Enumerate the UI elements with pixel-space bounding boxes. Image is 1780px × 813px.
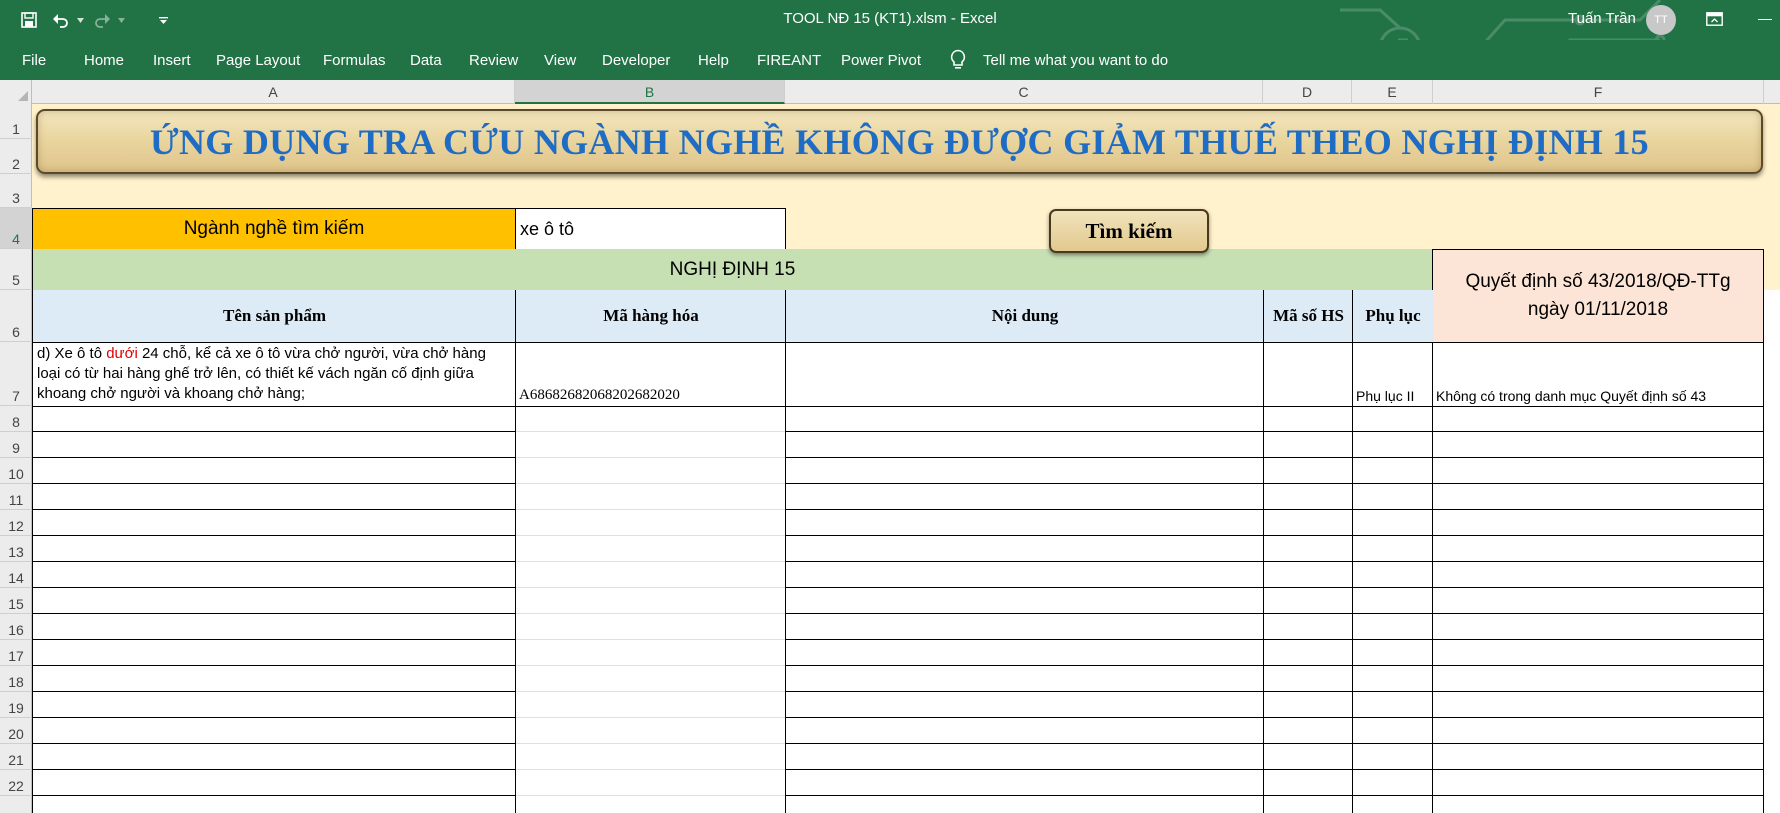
tab-home[interactable]: Home: [84, 52, 124, 69]
row-header[interactable]: 21: [0, 744, 32, 770]
select-all-triangle-icon: [18, 91, 28, 101]
product-text-highlight: dưới: [106, 345, 138, 362]
tab-view[interactable]: View: [544, 52, 576, 69]
section-header: NGHỊ ĐỊNH 15: [32, 249, 1432, 291]
table-grid: [32, 406, 1764, 813]
column-header-f[interactable]: F: [1433, 80, 1764, 104]
decision-header: Quyết định số 43/2018/QĐ-TTg ngày 01/11/…: [1432, 249, 1764, 343]
page-title: ỨNG DỤNG TRA CỨU NGÀNH NGHỀ KHÔNG ĐƯỢC G…: [150, 121, 1649, 162]
row-header[interactable]: 5: [0, 249, 32, 290]
title-bar: TOOL NĐ 15 (KT1).xlsm - Excel Tuấn Trần …: [0, 0, 1780, 72]
row-header[interactable]: 17: [0, 640, 32, 666]
result-decision-note[interactable]: Không có trong danh mục Quyết định số 43: [1432, 342, 1764, 407]
row-header[interactable]: 18: [0, 666, 32, 692]
product-text-prefix: d) Xe ô tô: [37, 345, 107, 362]
row-header[interactable]: 11: [0, 484, 32, 510]
row-header[interactable]: 6: [0, 290, 32, 342]
result-content[interactable]: [785, 342, 1264, 407]
user-name[interactable]: Tuấn Trần: [1568, 10, 1636, 27]
header-product-name: Tên sản phẩm: [32, 290, 516, 343]
header-goods-code: Mã hàng hóa: [515, 290, 786, 343]
column-headers: A B C D E F: [0, 80, 1780, 104]
row-header[interactable]: 13: [0, 536, 32, 562]
row-header[interactable]: 12: [0, 510, 32, 536]
search-button[interactable]: Tìm kiếm: [1049, 209, 1209, 253]
result-appendix[interactable]: Phụ lục II: [1352, 342, 1433, 407]
tell-me-search[interactable]: Tell me what you want to do: [983, 52, 1168, 69]
tab-data[interactable]: Data: [410, 52, 442, 69]
column-header-c[interactable]: C: [785, 80, 1263, 104]
result-hs-code[interactable]: [1263, 342, 1353, 407]
tab-page-layout[interactable]: Page Layout: [216, 52, 300, 69]
header-appendix: Phụ lục: [1352, 290, 1433, 343]
select-all-button[interactable]: [0, 80, 32, 104]
tab-power-pivot[interactable]: Power Pivot: [841, 52, 921, 69]
row-header[interactable]: 7: [0, 342, 32, 406]
ribbon-display-options-icon[interactable]: [1706, 12, 1723, 31]
row-header[interactable]: 20: [0, 718, 32, 744]
row-header[interactable]: 14: [0, 562, 32, 588]
lightbulb-icon[interactable]: [949, 49, 967, 76]
row-header[interactable]: 2: [0, 139, 32, 174]
row-header[interactable]: 1: [0, 104, 32, 139]
row-header[interactable]: 19: [0, 692, 32, 718]
tab-review[interactable]: Review: [469, 52, 518, 69]
result-product-name[interactable]: d) Xe ô tô dưới 24 chỗ, kể cả xe ô tô vừ…: [32, 342, 516, 407]
user-avatar[interactable]: TT: [1646, 5, 1676, 35]
row-header[interactable]: 3: [0, 174, 32, 208]
tab-help[interactable]: Help: [698, 52, 729, 69]
row-header[interactable]: 8: [0, 406, 32, 432]
ribbon-tabs: File Home Insert Page Layout Formulas Da…: [0, 40, 1780, 80]
tab-insert[interactable]: Insert: [153, 52, 191, 69]
column-header-a[interactable]: A: [32, 80, 515, 104]
row-headers: 1 2 3 4 5 6 7 8 9 10 11 12 13 14 15 16 1…: [0, 104, 32, 813]
row-header[interactable]: 16: [0, 614, 32, 640]
tab-formulas[interactable]: Formulas: [323, 52, 386, 69]
column-header-e[interactable]: E: [1352, 80, 1433, 104]
row-header[interactable]: 22: [0, 770, 32, 796]
worksheet: Ngành nghề tìm kiếm xe ô tô NGHỊ ĐỊNH 15…: [32, 104, 1780, 813]
result-goods-code[interactable]: A6868268206820268202­0: [515, 342, 786, 407]
search-input[interactable]: xe ô tô: [515, 208, 786, 250]
row-header[interactable]: 15: [0, 588, 32, 614]
minimize-button[interactable]: [1758, 19, 1772, 20]
column-header-b[interactable]: B: [515, 80, 785, 104]
row-header[interactable]: 9: [0, 432, 32, 458]
tab-file[interactable]: File: [22, 52, 46, 69]
search-label: Ngành nghề tìm kiếm: [32, 208, 515, 250]
tab-fireant[interactable]: FIREANT: [757, 52, 821, 69]
row-header[interactable]: 10: [0, 458, 32, 484]
header-hs-code: Mã số HS: [1263, 290, 1353, 343]
column-header-d[interactable]: D: [1263, 80, 1352, 104]
header-content: Nội dung: [785, 290, 1264, 343]
title-banner: ỨNG DỤNG TRA CỨU NGÀNH NGHỀ KHÔNG ĐƯỢC G…: [36, 109, 1763, 174]
row-header[interactable]: 4: [0, 208, 32, 249]
tab-developer[interactable]: Developer: [602, 52, 670, 69]
